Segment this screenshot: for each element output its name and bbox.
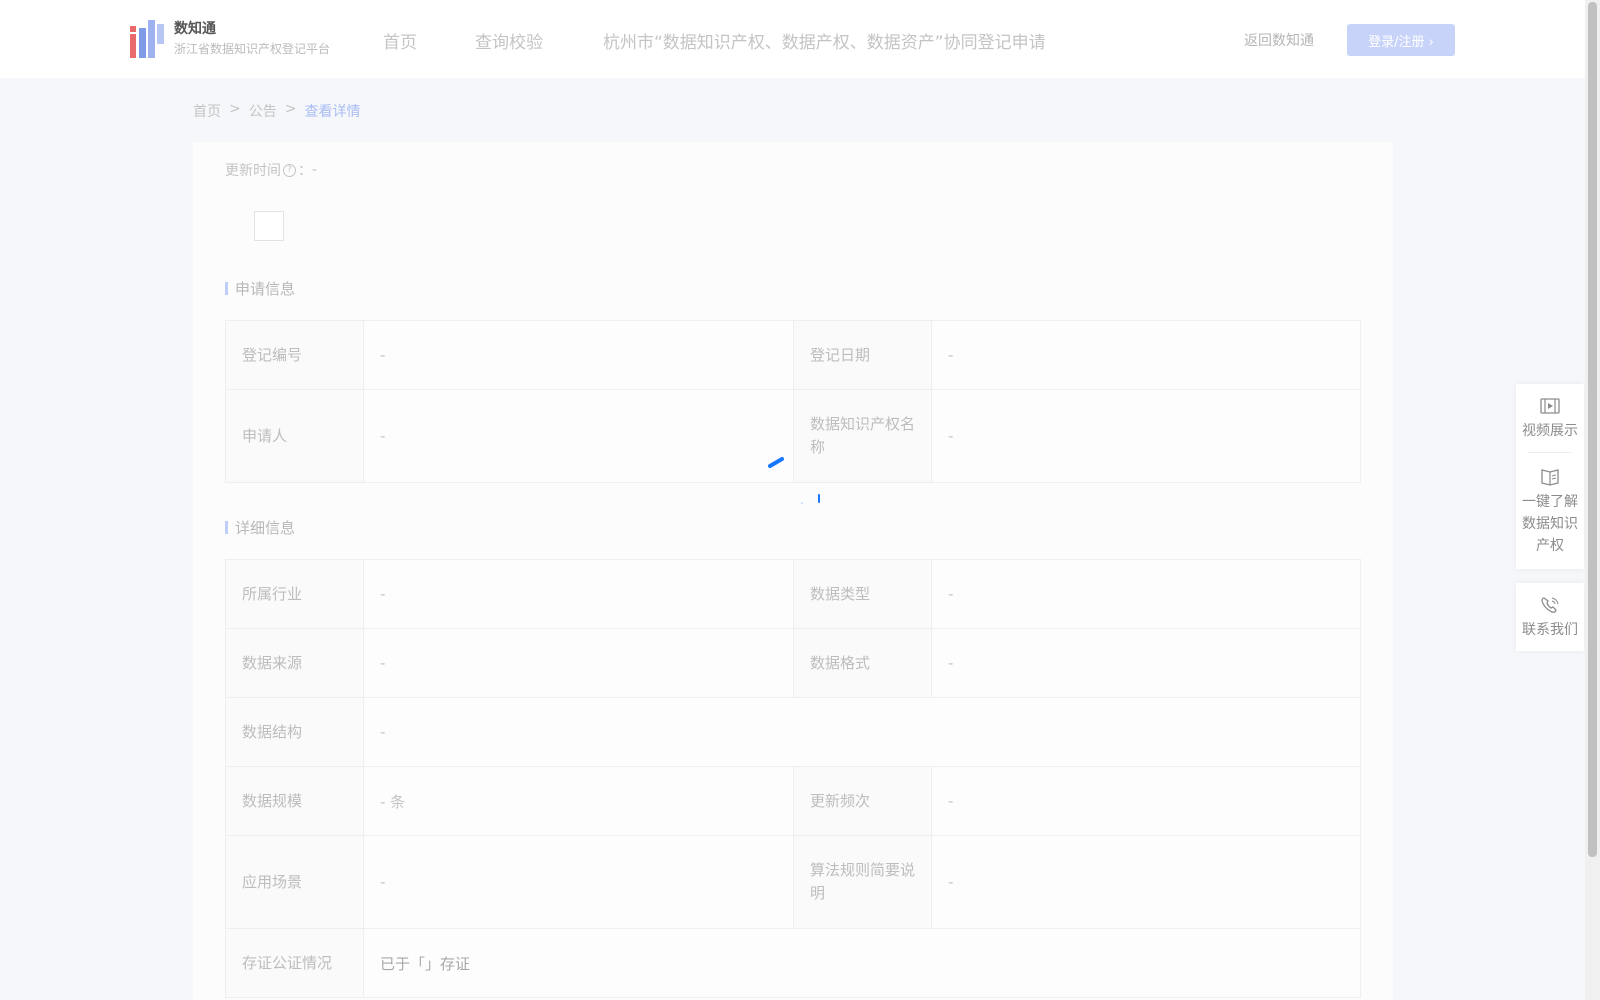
table-row: 存证公证情况 已于「」存证 [225,928,1361,998]
table-value: - [363,559,794,629]
logo-title: 数知通 [174,21,216,37]
logo-icon [130,20,164,58]
detail-info-table: 所属行业 - 数据类型 - 数据来源 - 数据格式 - 数据结构 - 数据规模 … [225,559,1361,998]
learn-data-ip-button[interactable]: 一键了解数据知识产权 [1516,453,1584,569]
update-time: 更新时间 ? ： - [225,160,317,180]
section-title: 申请信息 [235,280,296,298]
logo[interactable]: 数知通 浙江省数据知识产权登记平台 [130,20,330,58]
update-time-label: 更新时间 [225,163,281,179]
table-value: - 条 [363,766,794,836]
table-label: 数据来源 [225,628,364,698]
breadcrumb-home[interactable]: 首页 [193,101,221,121]
breadcrumb: 首页 > 公告 > 查看详情 [193,101,360,121]
detail-panel: 更新时间 ? ： - 申请信息 登记编号 - 登记日期 - 申请人 - 数据知识… [193,142,1393,1000]
nav-hangzhou-registration[interactable]: 杭州市“数据知识产权、数据产权、数据资产”协同登记申请 [603,28,1046,53]
table-value: - [363,835,794,929]
logo-subtitle: 浙江省数据知识产权登记平台 [174,42,331,56]
table-value: - [931,766,1361,836]
learn-data-ip-label: 一键了解数据知识产权 [1522,494,1578,554]
book-icon [1541,469,1559,486]
float-card-video-learn: 视频展示 一键了解数据知识产权 [1516,384,1584,569]
nav-query-verify[interactable]: 查询校验 [475,28,543,53]
phone-icon [1541,597,1559,613]
loading-spinner-icon [768,457,820,504]
section-marker [225,521,228,534]
top-header: 数知通 浙江省数据知识产权登记平台 首页 查询校验 杭州市“数据知识产权、数据产… [0,0,1585,78]
table-label: 数据结构 [225,697,364,767]
table-label: 算法规则简要说明 [793,835,932,929]
table-label: 存证公证情况 [225,928,364,998]
table-value: - [931,628,1361,698]
table-value: - [931,320,1361,390]
breadcrumb-notice[interactable]: 公告 [249,101,277,121]
table-row: 数据规模 - 条 更新频次 - [225,766,1361,836]
section-title: 详细信息 [235,519,296,537]
section-apply-info: 申请信息 [225,278,295,299]
table-label: 所属行业 [225,559,364,629]
table-value: - [931,559,1361,629]
table-value: 已于「」存证 [363,928,1361,998]
certificate-thumbnail[interactable] [254,211,284,241]
table-value: - [363,320,794,390]
scrollbar-thumb[interactable] [1588,2,1597,857]
breadcrumb-separator: > [284,101,297,117]
video-display-label: 视频展示 [1522,423,1578,439]
help-icon[interactable]: ? [283,163,296,177]
table-value: - [363,389,794,483]
table-value: - [931,389,1361,483]
contact-us-button[interactable]: 联系我们 [1516,583,1584,651]
update-time-value: - [312,162,318,178]
table-label: 数据类型 [793,559,932,629]
return-link[interactable]: 返回数知通 [1244,30,1314,50]
section-detail-info: 详细信息 [225,517,295,538]
table-value: - [363,628,794,698]
table-row: 数据来源 - 数据格式 - [225,628,1361,698]
table-label: 更新频次 [793,766,932,836]
float-card-contact: 联系我们 [1516,583,1584,651]
breadcrumb-separator: > [229,101,241,117]
breadcrumb-current: 查看详情 [304,104,361,120]
nav-home[interactable]: 首页 [383,28,417,53]
table-value: - [931,835,1361,929]
table-row: 登记编号 - 登记日期 - [225,320,1361,390]
login-register-button[interactable]: 登录/注册 › [1347,24,1455,56]
contact-us-label: 联系我们 [1522,622,1578,638]
update-time-colon: ： [298,163,312,179]
table-label: 登记日期 [793,320,932,390]
table-label: 登记编号 [225,320,364,390]
table-label: 应用场景 [225,835,364,929]
table-row: 数据结构 - [225,697,1361,767]
table-label: 申请人 [225,389,364,483]
video-icon [1540,398,1560,414]
floating-side-bar: 视频展示 一键了解数据知识产权 联系我们 [1516,384,1584,665]
table-value: - [363,697,1361,767]
table-row: 所属行业 - 数据类型 - [225,559,1361,629]
section-marker [225,282,228,295]
video-display-button[interactable]: 视频展示 [1516,384,1584,452]
table-label: 数据格式 [793,628,932,698]
scrollbar[interactable] [1585,0,1600,1000]
table-row: 应用场景 - 算法规则简要说明 - [225,835,1361,929]
table-label: 数据规模 [225,766,364,836]
